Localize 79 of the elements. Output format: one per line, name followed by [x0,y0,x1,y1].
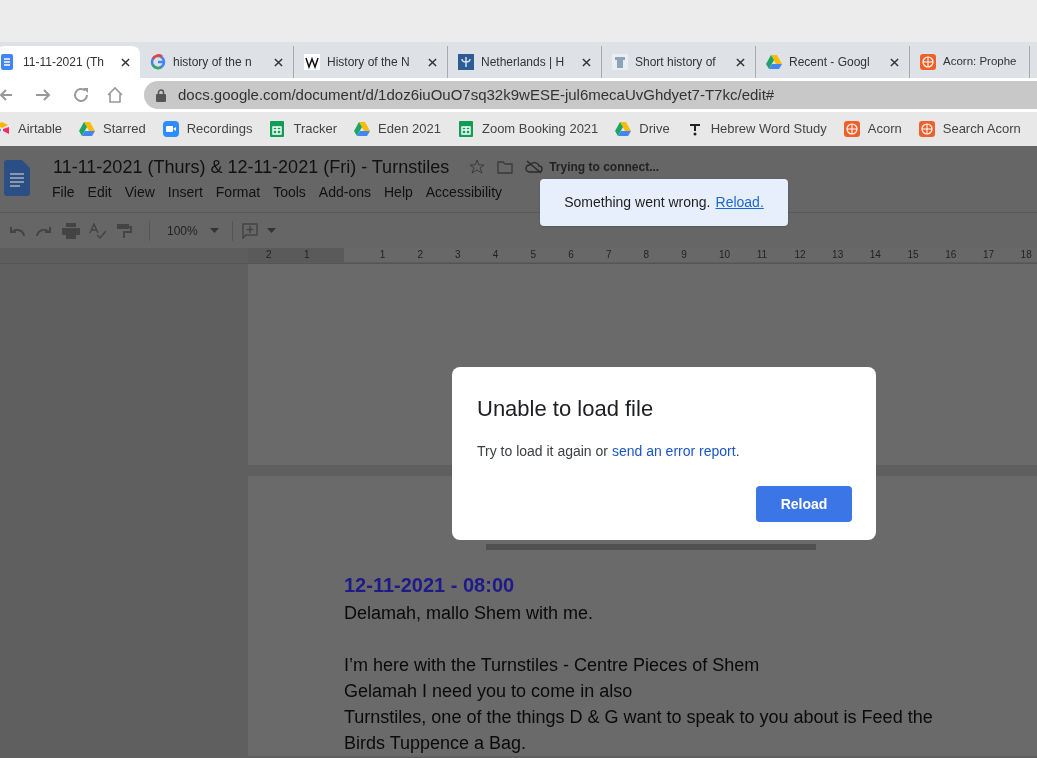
reload-link[interactable]: Reload. [715,192,764,213]
close-icon[interactable] [890,57,899,67]
address-bar[interactable]: docs.google.com/document/d/1doz6iuOuO7sq32k9wESE-jul6mecaUvGhdyet7-T7kc/edit# [144,81,1037,109]
dialog-title: Unable to load file [477,395,655,423]
bookmark[interactable]: Search Acorn [918,119,1021,139]
drive-icon [79,121,96,137]
dialog-message: Try to load it again or send an error report. [477,442,741,461]
ruler-number: 8 [643,248,650,262]
ruler-number: 13 [832,248,844,262]
spreadsheet-icon [457,121,474,137]
document-icon [0,54,15,70]
bookmark[interactable]: Airtable [0,119,63,139]
video-camera-icon [162,121,179,137]
docs-logo-icon[interactable] [4,160,30,196]
bookmark[interactable]: Eden 2021 [354,119,441,139]
google-icon [150,54,166,70]
ruler-number: 12 [794,248,806,262]
ruler-number: 6 [568,248,574,262]
bookmark[interactable]: Hebrew Word Study [686,119,827,139]
bookmark[interactable]: Starred [79,119,146,139]
bookmark[interactable]: Drive [615,119,670,139]
ruler-number: 11 [756,248,768,262]
paragraph: Delamah, mallo Shem with me. [344,602,595,625]
close-icon[interactable] [428,57,437,67]
folder-icon[interactable] [497,160,514,174]
ruler-number: 15 [907,248,919,262]
error-report-link[interactable]: send an error report [611,443,736,459]
browser-tab[interactable]: 11-11-2021 (Th [0,46,140,78]
close-icon[interactable] [582,57,591,67]
section-heading: 12-11-2021 - 08:00 [344,573,516,598]
bookmark[interactable]: Recordings [162,119,253,139]
paragraph: I’m here with the Turnstiles - Centre Pieces of Shem Gelamah I need you to come in also Turnstiles, one of the things D & G want to speak to you about is Feed the Birds Tuppence a Bag. [344,654,934,755]
ruler-number: 1 [379,248,386,262]
drive-icon [615,121,632,137]
ruler-number: 16 [945,248,957,262]
star-icon[interactable] [469,159,486,175]
back-icon[interactable] [0,87,14,103]
ruler-number: 14 [869,248,881,262]
cloud-offline-icon [525,160,544,174]
ruler-number: 4 [492,248,499,262]
ruler-number: 7 [605,248,612,262]
crest-icon [458,54,474,70]
globe-icon [843,121,860,137]
print-icon[interactable] [62,222,80,239]
bookmark[interactable]: Acorn [843,119,902,139]
letter-w-icon [304,54,320,70]
drive-icon [354,121,371,137]
lock-icon [156,88,166,102]
ruler-number: 9 [681,248,687,262]
add-comment-icon[interactable] [241,222,258,239]
ruler-number: 17 [982,248,994,262]
globe-icon [918,121,935,137]
ruler-number: 5 [530,248,537,262]
reload-button[interactable]: Reload [756,486,852,522]
spreadsheet-icon [269,121,286,137]
ruler-number: 10 [719,248,731,262]
arch-icon [612,54,628,70]
undo-icon[interactable] [8,224,26,237]
close-icon[interactable] [736,57,745,67]
toast-message: Something went wrong. [564,193,711,212]
close-icon[interactable] [121,57,130,67]
reload-icon[interactable] [72,86,90,104]
redo-icon[interactable] [35,224,53,237]
spellcheck-icon[interactable] [89,222,107,239]
bookmark[interactable]: Zoom Booking 2021 [457,119,599,139]
caret-icon[interactable] [266,228,276,233]
globe-icon [920,54,936,70]
ruler-number: 3 [455,248,461,262]
caret-icon [209,228,219,233]
forward-icon[interactable] [34,87,52,103]
ruler-number: 18 [1020,248,1032,262]
paint-format-icon[interactable] [116,222,132,239]
close-icon[interactable] [274,57,283,67]
drive-icon [766,54,782,70]
connection-status: Trying to connect... [549,159,660,176]
ruler-number: 2 [417,248,423,262]
bookmark[interactable]: Tracker [269,119,338,139]
home-icon[interactable] [106,86,124,104]
url-text: docs.google.com/document/d/1doz6iuOuO7sq32k9wESE-jul6mecaUvGhdyet7-T7kc/edit# [178,84,775,105]
